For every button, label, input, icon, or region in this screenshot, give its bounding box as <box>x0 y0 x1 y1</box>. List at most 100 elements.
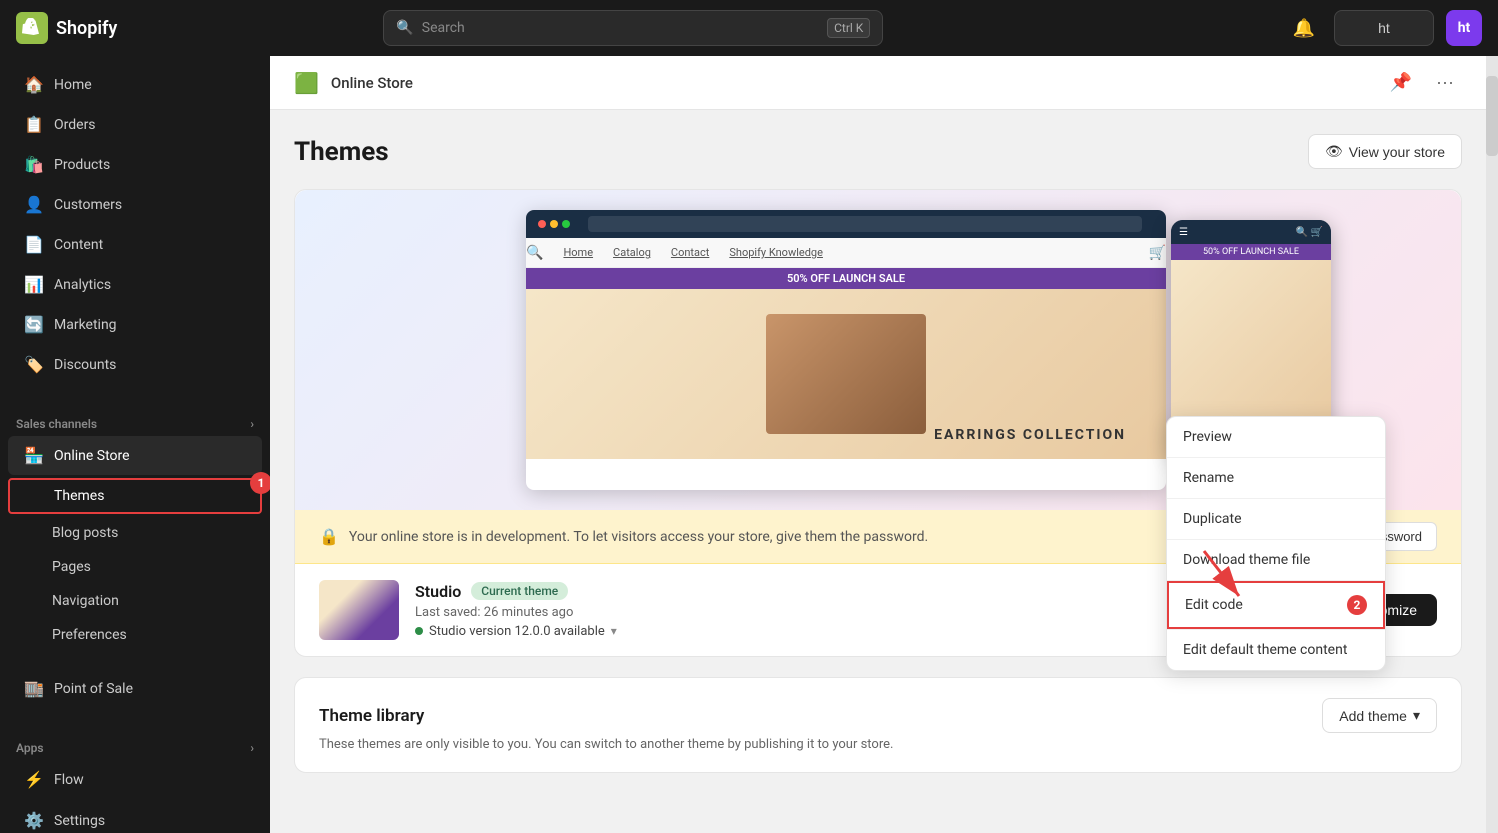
add-theme-button[interactable]: Add theme ▾ <box>1322 698 1437 733</box>
top-navigation: Shopify 🔍 Search Ctrl K 🔔 ht ht <box>0 0 1498 56</box>
discounts-icon: 🏷️ <box>24 355 44 374</box>
app-name: Shopify <box>56 18 117 39</box>
dropdown-item-label: Download theme file <box>1183 552 1310 568</box>
mobile-hero <box>1171 260 1331 440</box>
scrollbar[interactable] <box>1486 56 1498 833</box>
sidebar-item-content[interactable]: 📄 Content <box>8 225 262 264</box>
badge-number-2: 2 <box>1347 595 1367 615</box>
more-button[interactable]: ··· <box>1428 68 1462 97</box>
top-nav-right: 🔔 ht ht <box>1286 10 1482 46</box>
sidebar-item-label: Discounts <box>54 357 116 373</box>
sidebar-item-label: Home <box>54 77 92 93</box>
dropdown-item-label: Edit code <box>1185 597 1243 613</box>
dropdown-item-preview[interactable]: Preview <box>1167 417 1385 457</box>
warning-text: Your online store is in development. To … <box>349 529 928 545</box>
sidebar-item-navigation[interactable]: Navigation <box>8 585 262 617</box>
browser-hero: EARRINGS COLLECTION <box>526 289 1166 459</box>
dropdown-item-edit-default[interactable]: Edit default theme content <box>1167 630 1385 670</box>
theme-library-title: Theme library <box>319 706 424 726</box>
sidebar-item-online-store[interactable]: 🏪 Online Store <box>8 436 262 475</box>
sidebar-item-label: Content <box>54 237 103 253</box>
sidebar-sub-item-label: Themes <box>54 488 104 504</box>
products-icon: 🛍️ <box>24 155 44 174</box>
view-store-button[interactable]: 👁 View your store <box>1308 134 1462 169</box>
flow-icon: ⚡ <box>24 770 44 789</box>
sales-channels-label: Sales channels <box>16 417 97 431</box>
version-text: Studio version 12.0.0 available <box>429 624 605 639</box>
eye-icon: 👁 <box>1325 143 1343 160</box>
theme-name: Studio <box>415 582 461 601</box>
mobile-bar: ☰ 🔍 🛒 <box>1171 220 1331 244</box>
dropdown-item-label: Rename <box>1183 470 1234 486</box>
lock-icon: 🔒 <box>319 527 339 546</box>
sidebar-item-flow[interactable]: ⚡ Flow <box>8 760 262 799</box>
notifications-button[interactable]: 🔔 <box>1286 10 1322 46</box>
sales-channels-chevron: › <box>250 417 254 431</box>
dropdown-item-label: Preview <box>1183 429 1232 445</box>
sidebar-item-label: Online Store <box>54 448 130 464</box>
browser-mockup: 🔍 Home Catalog Contact Shopify Knowledge… <box>526 210 1166 490</box>
section-title-row: Themes 👁 View your store <box>294 134 1462 169</box>
sidebar-item-orders[interactable]: 📋 Orders <box>8 105 262 144</box>
store-selector-button[interactable]: ht <box>1334 10 1434 46</box>
content-icon: 📄 <box>24 235 44 254</box>
dropdown-item-download[interactable]: Download theme file <box>1167 540 1385 580</box>
sidebar-item-marketing[interactable]: 🔄 Marketing <box>8 305 262 344</box>
pos-icon: 🏬 <box>24 679 44 698</box>
dropdown-item-label: Duplicate <box>1183 511 1242 527</box>
theme-name-row: Studio Current theme <box>415 582 1271 601</box>
sidebar-item-label: Marketing <box>54 317 117 333</box>
sidebar: 🏠 Home 📋 Orders 🛍️ Products 👤 Customers … <box>0 56 270 833</box>
page-header-title: Online Store <box>331 74 413 92</box>
browser-promo-text: 50% OFF LAUNCH SALE <box>526 268 1166 289</box>
analytics-icon: 📊 <box>24 275 44 294</box>
apps-label: Apps <box>16 741 44 755</box>
sidebar-item-label: Orders <box>54 117 96 133</box>
logo: Shopify <box>16 12 176 44</box>
sidebar-sub-item-label: Navigation <box>52 593 119 609</box>
sidebar-item-pages[interactable]: Pages <box>8 551 262 583</box>
sidebar-item-label: Products <box>54 157 110 173</box>
page-header: 🟩 Online Store 📌 ··· <box>270 56 1486 110</box>
sidebar-item-point-of-sale[interactable]: 🏬 Point of Sale <box>8 669 262 708</box>
sidebar-item-themes[interactable]: Themes 1 <box>8 478 262 514</box>
browser-nav: 🔍 Home Catalog Contact Shopify Knowledge… <box>526 238 1166 268</box>
hero-text: EARRINGS COLLECTION <box>934 427 1126 443</box>
dropdown-item-rename[interactable]: Rename <box>1167 458 1385 498</box>
sidebar-item-label: Point of Sale <box>54 681 133 697</box>
sidebar-item-settings[interactable]: ⚙️ Settings <box>8 801 262 833</box>
search-shortcut: Ctrl K <box>827 18 870 38</box>
sidebar-item-products[interactable]: 🛍️ Products <box>8 145 262 184</box>
sidebar-item-preferences[interactable]: Preferences <box>8 619 262 651</box>
settings-icon: ⚙️ <box>24 811 44 830</box>
theme-library-description: These themes are only visible to you. Yo… <box>319 737 1437 752</box>
sidebar-item-label: Customers <box>54 197 122 213</box>
sidebar-item-analytics[interactable]: 📊 Analytics <box>8 265 262 304</box>
add-theme-chevron-icon: ▾ <box>1413 707 1420 724</box>
theme-version-row: Studio version 12.0.0 available ▾ <box>415 624 1271 639</box>
pin-button[interactable]: 📌 <box>1382 68 1420 97</box>
version-chevron-icon: ▾ <box>611 624 617 638</box>
search-icon: 🔍 <box>396 20 413 36</box>
search-bar[interactable]: 🔍 Search Ctrl K <box>383 10 883 46</box>
sidebar-item-discounts[interactable]: 🏷️ Discounts <box>8 345 262 384</box>
apps-chevron: › <box>250 741 254 755</box>
sidebar-item-home[interactable]: 🏠 Home <box>8 65 262 104</box>
search-placeholder: Search <box>422 20 465 36</box>
sidebar-item-blog-posts[interactable]: Blog posts <box>8 517 262 549</box>
theme-library-card: Theme library Add theme ▾ These themes a… <box>294 677 1462 773</box>
view-store-label: View your store <box>1349 144 1445 160</box>
home-icon: 🏠 <box>24 75 44 94</box>
dropdown-item-edit-code[interactable]: Edit code 2 <box>1167 581 1385 629</box>
dropdown-item-duplicate[interactable]: Duplicate <box>1167 499 1385 539</box>
version-dot <box>415 627 423 635</box>
sidebar-item-customers[interactable]: 👤 Customers <box>8 185 262 224</box>
avatar[interactable]: ht <box>1446 10 1482 46</box>
apps-header: Apps › <box>0 733 270 759</box>
theme-saved-time: Last saved: 26 minutes ago <box>415 605 1271 620</box>
sidebar-item-label: Flow <box>54 772 84 788</box>
current-theme-badge: Current theme <box>471 582 568 600</box>
customers-icon: 👤 <box>24 195 44 214</box>
page-title: Themes <box>294 137 389 167</box>
sidebar-sub-item-label: Preferences <box>52 627 127 643</box>
